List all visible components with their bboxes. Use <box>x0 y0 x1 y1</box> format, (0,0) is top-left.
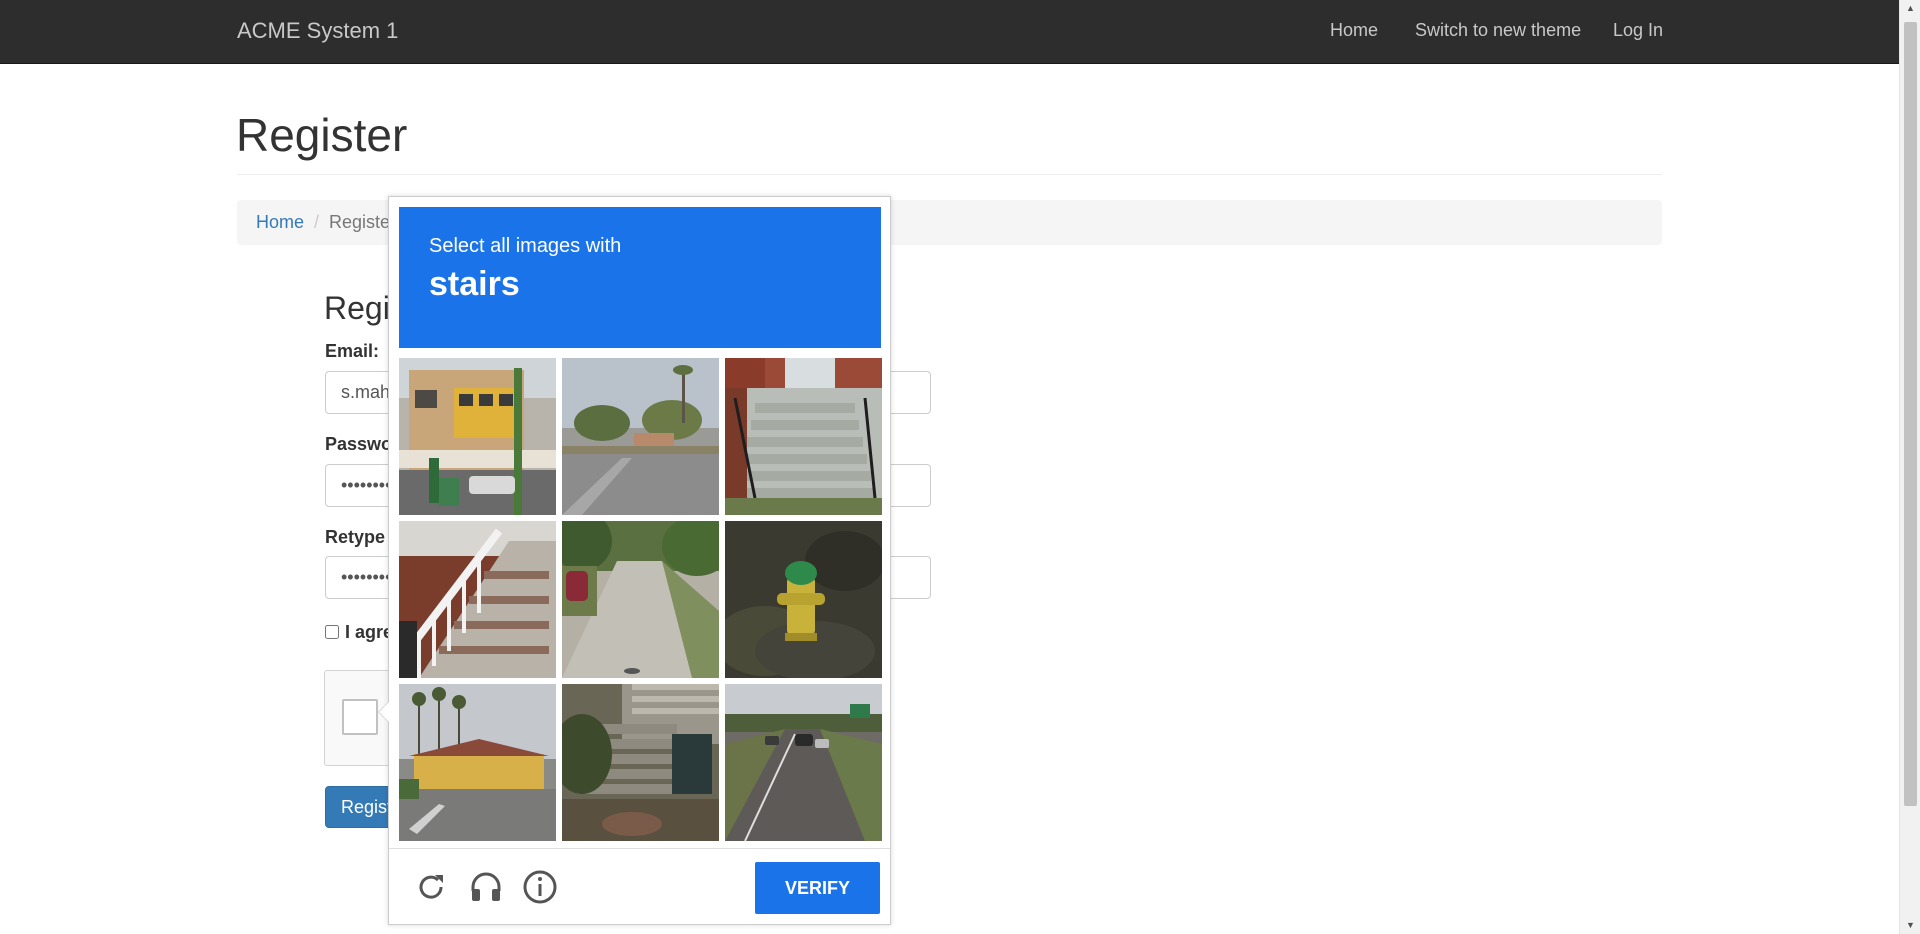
challenge-target-word: stairs <box>429 265 520 303</box>
info-icon[interactable] <box>520 867 560 907</box>
captcha-tile-stone-stairs-shrubs[interactable] <box>562 684 719 841</box>
nav-home-link[interactable]: Home <box>1330 20 1378 41</box>
agree-terms-row: I agre <box>325 622 393 643</box>
captcha-tile-concrete-stairs-brick-wall[interactable] <box>725 358 882 515</box>
scroll-thumb[interactable] <box>1904 22 1917 806</box>
captcha-tile-palm-trees-road[interactable] <box>562 358 719 515</box>
form-heading: Regi <box>324 290 390 326</box>
reload-icon[interactable] <box>411 867 451 907</box>
captcha-tile-fire-hydrant[interactable] <box>725 521 882 678</box>
audio-icon[interactable] <box>466 867 506 907</box>
agree-terms-checkbox[interactable] <box>325 625 339 639</box>
breadcrumb-current: Registe <box>329 212 391 232</box>
breadcrumb-home-link[interactable]: Home <box>256 212 304 232</box>
captcha-tile-highway-traffic[interactable] <box>725 684 882 841</box>
page-scrollbar[interactable]: ▲ ▼ <box>1899 0 1920 934</box>
challenge-instruction: Select all images with <box>429 235 622 257</box>
password-label: Passwo <box>325 434 393 454</box>
nav-switch-theme-link[interactable]: Switch to new theme <box>1415 20 1581 41</box>
challenge-footer-divider <box>389 848 890 849</box>
title-divider <box>237 174 1662 175</box>
recaptcha-checkbox[interactable] <box>342 699 378 735</box>
page-title: Register <box>236 109 408 161</box>
captcha-tile-yellow-house-street[interactable] <box>399 684 556 841</box>
brand-link[interactable]: ACME System 1 <box>237 18 398 44</box>
captcha-tile-white-railing-stairs[interactable] <box>399 521 556 678</box>
agree-terms-label: I agre <box>345 622 394 642</box>
captcha-tile-residential-road[interactable] <box>562 521 719 678</box>
nav-login-link[interactable]: Log In <box>1613 20 1663 41</box>
top-navbar: ACME System 1 Home Switch to new theme L… <box>0 0 1899 64</box>
verify-button[interactable]: VERIFY <box>755 862 880 914</box>
email-label: Email: <box>325 341 380 361</box>
challenge-prompt-banner: Select all images with stairs <box>399 207 881 348</box>
breadcrumb-separator: / <box>314 212 320 232</box>
retype-password-label: Retype <box>325 527 386 547</box>
scroll-down-arrow-icon[interactable]: ▼ <box>1900 917 1920 934</box>
captcha-challenge-popup: Select all images with stairs VERIFY <box>378 196 891 925</box>
scroll-up-arrow-icon[interactable]: ▲ <box>1900 0 1920 17</box>
captcha-tile-building-street-scene[interactable] <box>399 358 556 515</box>
